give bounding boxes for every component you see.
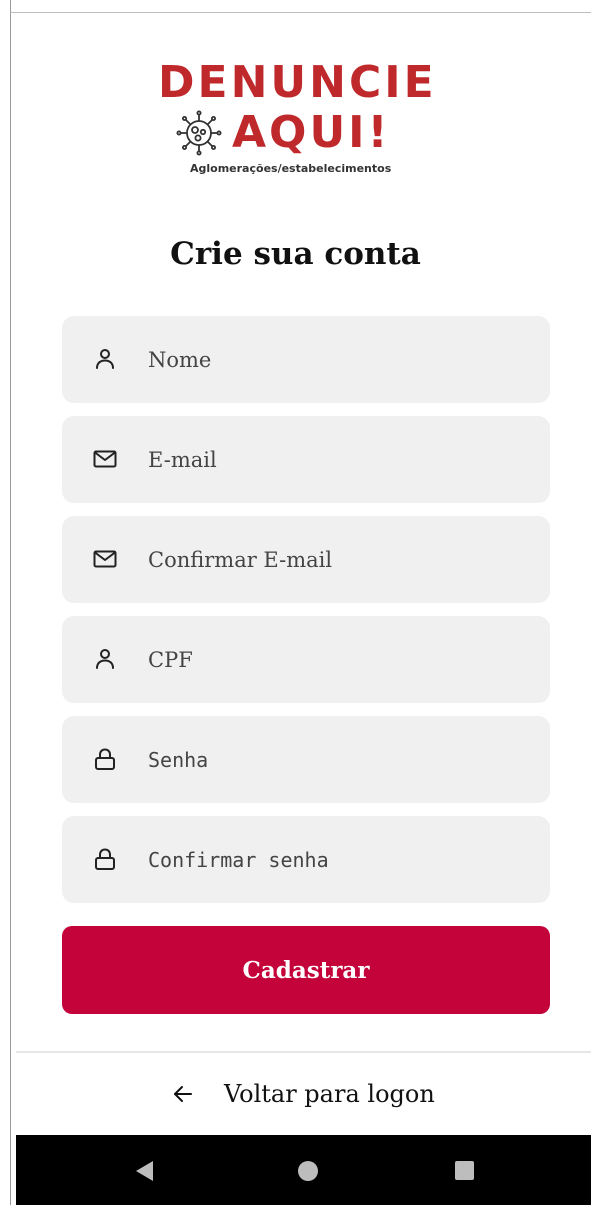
user-icon <box>96 349 114 369</box>
confirm-email-field[interactable] <box>62 516 550 603</box>
frame-border-top <box>10 12 591 13</box>
register-button[interactable]: Cadastrar <box>62 926 550 1014</box>
password-field[interactable] <box>62 716 550 803</box>
lock-icon <box>95 848 115 870</box>
cpf-field[interactable] <box>62 616 550 703</box>
lock-icon <box>95 748 115 770</box>
user-icon <box>96 649 114 669</box>
arrow-left-icon <box>174 1086 192 1102</box>
virus-icon <box>176 110 222 156</box>
email-field[interactable] <box>62 416 550 503</box>
app-logo: DENUNCIE AQUI! Aglomerações/estabelecime… <box>0 58 591 188</box>
confirm-password-input[interactable] <box>148 816 538 903</box>
name-field[interactable] <box>62 316 550 403</box>
recents-square-icon[interactable] <box>455 1161 474 1180</box>
cpf-input[interactable] <box>148 616 538 703</box>
back-triangle-icon[interactable] <box>134 1160 154 1182</box>
email-input[interactable] <box>148 416 538 503</box>
confirm-password-field[interactable] <box>62 816 550 903</box>
password-input[interactable] <box>148 716 538 803</box>
logo-line-denuncie: DENUNCIE <box>158 57 437 108</box>
name-input[interactable] <box>148 316 538 403</box>
mail-icon <box>93 550 117 568</box>
logo-subtitle: Aglomerações/estabelecimentos <box>190 162 392 175</box>
logo-line-aqui: AQUI! <box>232 107 391 158</box>
mail-icon <box>93 450 117 468</box>
confirm-email-input[interactable] <box>148 516 538 603</box>
divider <box>16 1051 591 1053</box>
back-to-logon-label: Voltar para logon <box>224 1080 435 1108</box>
page-title: Crie sua conta <box>170 236 421 272</box>
back-to-logon-link[interactable]: Voltar para logon <box>172 1074 435 1114</box>
android-navigation-bar <box>16 1135 591 1205</box>
home-circle-icon[interactable] <box>298 1161 318 1181</box>
